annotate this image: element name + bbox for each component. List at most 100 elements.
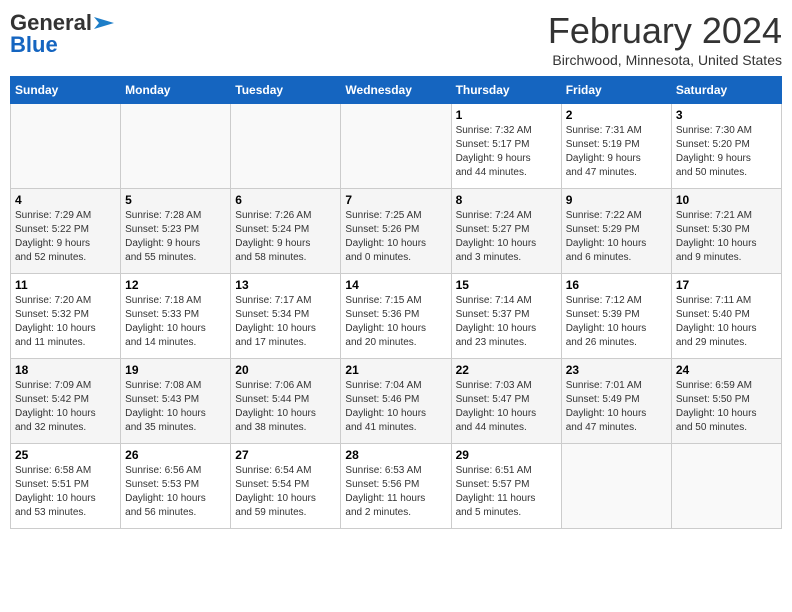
table-row xyxy=(121,104,231,189)
day-number: 15 xyxy=(456,278,557,292)
calendar-week-row: 11 Sunrise: 7:20 AM Sunset: 5:32 PM Dayli… xyxy=(11,274,782,359)
day-number: 25 xyxy=(15,448,116,462)
table-row: 23 Sunrise: 7:01 AM Sunset: 5:49 PM Dayli… xyxy=(561,359,671,444)
table-row: 11 Sunrise: 7:20 AM Sunset: 5:32 PM Dayli… xyxy=(11,274,121,359)
day-number: 21 xyxy=(345,363,446,377)
day-info: Sunrise: 6:53 AM Sunset: 5:56 PM Dayligh… xyxy=(345,464,446,520)
day-number: 1 xyxy=(456,108,557,122)
table-row: 12 Sunrise: 7:18 AM Sunset: 5:33 PM Dayli… xyxy=(121,274,231,359)
calendar-week-row: 4Sunrise: 7:29 AM Sunset: 5:22 PM Daylig… xyxy=(11,189,782,274)
day-info: Sunrise: 6:56 AM Sunset: 5:53 PM Dayligh… xyxy=(125,464,226,520)
table-row: 17Sunrise: 7:11 AM Sunset: 5:40 PM Dayli… xyxy=(671,274,781,359)
table-row xyxy=(231,104,341,189)
col-wednesday: Wednesday xyxy=(341,77,451,104)
col-sunday: Sunday xyxy=(11,77,121,104)
col-thursday: Thursday xyxy=(451,77,561,104)
day-number: 3 xyxy=(676,108,777,122)
table-row: 2 Sunrise: 7:31 AM Sunset: 5:19 PM Daylig… xyxy=(561,104,671,189)
day-info: Sunrise: 6:54 AM Sunset: 5:54 PM Dayligh… xyxy=(235,464,336,520)
day-info: Sunrise: 7:08 AM Sunset: 5:43 PM Dayligh… xyxy=(125,379,226,435)
day-number: 2 xyxy=(566,108,667,122)
table-row: 29 Sunrise: 6:51 AM Sunset: 5:57 PM Dayli… xyxy=(451,444,561,529)
day-info: Sunrise: 6:51 AM Sunset: 5:57 PM Dayligh… xyxy=(456,464,557,520)
day-info: Sunrise: 7:14 AM Sunset: 5:37 PM Dayligh… xyxy=(456,294,557,350)
col-tuesday: Tuesday xyxy=(231,77,341,104)
day-info: Sunrise: 7:01 AM Sunset: 5:49 PM Dayligh… xyxy=(566,379,667,435)
page-header: General Blue February 2024 Birchwood, Mi… xyxy=(10,10,782,68)
location-subtitle: Birchwood, Minnesota, United States xyxy=(548,52,782,68)
day-info: Sunrise: 6:59 AM Sunset: 5:50 PM Dayligh… xyxy=(676,379,777,435)
day-number: 26 xyxy=(125,448,226,462)
table-row: 21 Sunrise: 7:04 AM Sunset: 5:46 PM Dayli… xyxy=(341,359,451,444)
day-number: 14 xyxy=(345,278,446,292)
calendar-week-row: 18 Sunrise: 7:09 AM Sunset: 5:42 PM Dayli… xyxy=(11,359,782,444)
day-number: 24 xyxy=(676,363,777,377)
table-row: 19 Sunrise: 7:08 AM Sunset: 5:43 PM Dayli… xyxy=(121,359,231,444)
logo: General Blue xyxy=(10,10,114,58)
day-info: Sunrise: 7:32 AM Sunset: 5:17 PM Dayligh… xyxy=(456,124,557,180)
calendar-week-row: 25 Sunrise: 6:58 AM Sunset: 5:51 PM Dayli… xyxy=(11,444,782,529)
table-row: 15 Sunrise: 7:14 AM Sunset: 5:37 PM Dayli… xyxy=(451,274,561,359)
day-number: 8 xyxy=(456,193,557,207)
day-info: Sunrise: 7:15 AM Sunset: 5:36 PM Dayligh… xyxy=(345,294,446,350)
col-monday: Monday xyxy=(121,77,231,104)
table-row: 18 Sunrise: 7:09 AM Sunset: 5:42 PM Dayli… xyxy=(11,359,121,444)
day-number: 13 xyxy=(235,278,336,292)
day-number: 7 xyxy=(345,193,446,207)
day-info: Sunrise: 7:26 AM Sunset: 5:24 PM Dayligh… xyxy=(235,209,336,265)
day-info: Sunrise: 7:17 AM Sunset: 5:34 PM Dayligh… xyxy=(235,294,336,350)
day-info: Sunrise: 7:21 AM Sunset: 5:30 PM Dayligh… xyxy=(676,209,777,265)
table-row: 9Sunrise: 7:22 AM Sunset: 5:29 PM Daylig… xyxy=(561,189,671,274)
day-number: 29 xyxy=(456,448,557,462)
month-title: February 2024 xyxy=(548,10,782,52)
day-info: Sunrise: 7:04 AM Sunset: 5:46 PM Dayligh… xyxy=(345,379,446,435)
calendar-week-row: 1 Sunrise: 7:32 AM Sunset: 5:17 PM Daylig… xyxy=(11,104,782,189)
day-number: 23 xyxy=(566,363,667,377)
day-info: Sunrise: 7:20 AM Sunset: 5:32 PM Dayligh… xyxy=(15,294,116,350)
day-number: 22 xyxy=(456,363,557,377)
day-info: Sunrise: 7:12 AM Sunset: 5:39 PM Dayligh… xyxy=(566,294,667,350)
day-number: 5 xyxy=(125,193,226,207)
table-row: 4Sunrise: 7:29 AM Sunset: 5:22 PM Daylig… xyxy=(11,189,121,274)
calendar-header-row: Sunday Monday Tuesday Wednesday Thursday… xyxy=(11,77,782,104)
logo-blue-text: Blue xyxy=(10,32,58,58)
col-saturday: Saturday xyxy=(671,77,781,104)
day-info: Sunrise: 7:30 AM Sunset: 5:20 PM Dayligh… xyxy=(676,124,777,180)
table-row: 16 Sunrise: 7:12 AM Sunset: 5:39 PM Dayli… xyxy=(561,274,671,359)
day-number: 19 xyxy=(125,363,226,377)
table-row xyxy=(11,104,121,189)
col-friday: Friday xyxy=(561,77,671,104)
table-row: 3 Sunrise: 7:30 AM Sunset: 5:20 PM Daylig… xyxy=(671,104,781,189)
table-row: 20Sunrise: 7:06 AM Sunset: 5:44 PM Dayli… xyxy=(231,359,341,444)
day-info: Sunrise: 7:18 AM Sunset: 5:33 PM Dayligh… xyxy=(125,294,226,350)
day-info: Sunrise: 6:58 AM Sunset: 5:51 PM Dayligh… xyxy=(15,464,116,520)
day-number: 11 xyxy=(15,278,116,292)
table-row: 14 Sunrise: 7:15 AM Sunset: 5:36 PM Dayli… xyxy=(341,274,451,359)
table-row: 5 Sunrise: 7:28 AM Sunset: 5:23 PM Daylig… xyxy=(121,189,231,274)
table-row: 10Sunrise: 7:21 AM Sunset: 5:30 PM Dayli… xyxy=(671,189,781,274)
day-info: Sunrise: 7:31 AM Sunset: 5:19 PM Dayligh… xyxy=(566,124,667,180)
table-row xyxy=(671,444,781,529)
day-number: 6 xyxy=(235,193,336,207)
table-row: 28Sunrise: 6:53 AM Sunset: 5:56 PM Dayli… xyxy=(341,444,451,529)
logo-bird-icon xyxy=(94,13,114,33)
day-info: Sunrise: 7:09 AM Sunset: 5:42 PM Dayligh… xyxy=(15,379,116,435)
table-row: 6 Sunrise: 7:26 AM Sunset: 5:24 PM Daylig… xyxy=(231,189,341,274)
day-info: Sunrise: 7:28 AM Sunset: 5:23 PM Dayligh… xyxy=(125,209,226,265)
day-number: 17 xyxy=(676,278,777,292)
day-info: Sunrise: 7:29 AM Sunset: 5:22 PM Dayligh… xyxy=(15,209,116,265)
table-row xyxy=(561,444,671,529)
table-row: 27Sunrise: 6:54 AM Sunset: 5:54 PM Dayli… xyxy=(231,444,341,529)
day-number: 12 xyxy=(125,278,226,292)
table-row: 8 Sunrise: 7:24 AM Sunset: 5:27 PM Daylig… xyxy=(451,189,561,274)
calendar-table: Sunday Monday Tuesday Wednesday Thursday… xyxy=(10,76,782,529)
table-row: 22Sunrise: 7:03 AM Sunset: 5:47 PM Dayli… xyxy=(451,359,561,444)
day-number: 16 xyxy=(566,278,667,292)
table-row: 26 Sunrise: 6:56 AM Sunset: 5:53 PM Dayli… xyxy=(121,444,231,529)
day-info: Sunrise: 7:22 AM Sunset: 5:29 PM Dayligh… xyxy=(566,209,667,265)
day-number: 18 xyxy=(15,363,116,377)
table-row: 7Sunrise: 7:25 AM Sunset: 5:26 PM Daylig… xyxy=(341,189,451,274)
day-info: Sunrise: 7:24 AM Sunset: 5:27 PM Dayligh… xyxy=(456,209,557,265)
table-row xyxy=(341,104,451,189)
day-info: Sunrise: 7:06 AM Sunset: 5:44 PM Dayligh… xyxy=(235,379,336,435)
